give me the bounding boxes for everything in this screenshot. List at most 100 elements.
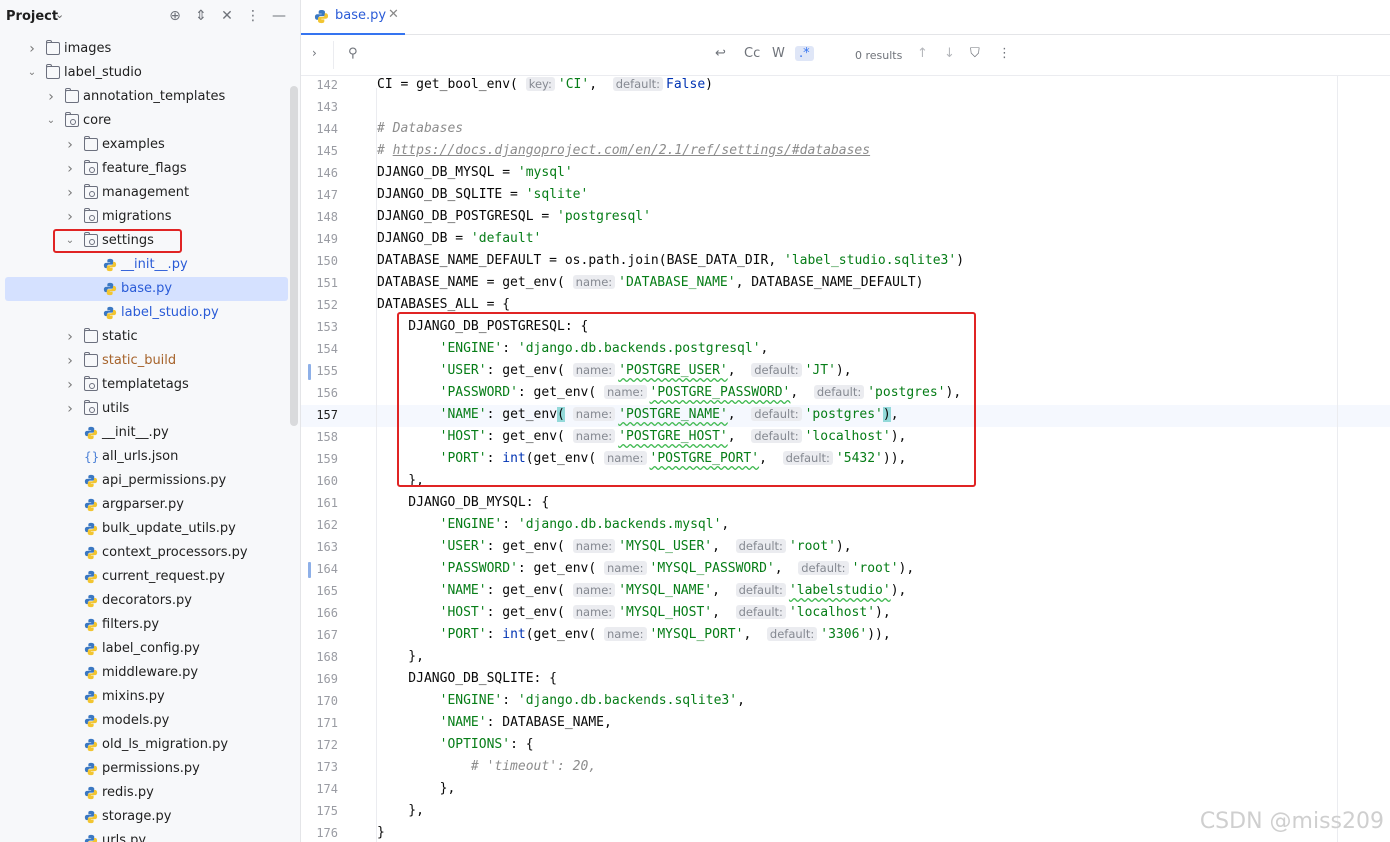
code-line[interactable]: 150 DATABASE_NAME_DEFAULT = os.path.join(… <box>301 251 1390 273</box>
code-line[interactable]: 166 'HOST': get_env( name: 'MYSQL_HOST', … <box>301 603 1390 625</box>
project-title[interactable]: Project <box>6 9 58 24</box>
tree-item[interactable]: ⌄ label_studio <box>0 61 290 85</box>
code-line[interactable]: 146 DJANGO_DB_MYSQL = 'mysql' <box>301 163 1390 185</box>
code-line[interactable]: 149 DJANGO_DB = 'default' <box>301 229 1390 251</box>
minimize-icon[interactable]: — <box>270 7 288 25</box>
match-case-button[interactable]: Cc <box>744 46 760 61</box>
code-line[interactable]: 151 DATABASE_NAME = get_env( name: 'DATABA… <box>301 273 1390 295</box>
code-token: 'django.db.backends.sqlite3' <box>517 693 738 708</box>
search-icon[interactable]: ⚲ <box>348 46 358 61</box>
tree-item-label: base.py <box>121 281 173 296</box>
package-icon <box>84 208 98 223</box>
code-line[interactable]: 172 'OPTIONS': { <box>301 735 1390 757</box>
expand-replace-icon[interactable]: › <box>312 46 317 60</box>
code-line[interactable]: 173 # 'timeout': 20, <box>301 757 1390 779</box>
code-line[interactable]: 148 DJANGO_DB_POSTGRESQL = 'postgresql' <box>301 207 1390 229</box>
tree-item[interactable]: redis.py <box>0 781 290 805</box>
code-line[interactable]: 161 DJANGO_DB_MYSQL: { <box>301 493 1390 515</box>
python-file-icon <box>84 833 98 842</box>
tree-item[interactable]: label_config.py <box>0 637 290 661</box>
chevron-right-icon[interactable]: › <box>26 37 38 61</box>
tree-item[interactable]: current_request.py <box>0 565 290 589</box>
tree-item[interactable]: ⌄ core <box>0 109 290 133</box>
chevron-down-icon[interactable]: ⌄ <box>45 109 57 133</box>
tree-item[interactable]: bulk_update_utils.py <box>0 517 290 541</box>
chevron-right-icon[interactable]: › <box>64 157 76 181</box>
tree-item[interactable]: label_studio.py <box>0 301 290 325</box>
parameter-hint: name: <box>572 539 616 553</box>
code-line[interactable]: 168 }, <box>301 647 1390 669</box>
tree-item[interactable]: decorators.py <box>0 589 290 613</box>
tree-item[interactable]: middleware.py <box>0 661 290 685</box>
new-line-icon[interactable]: ↩ <box>715 46 726 61</box>
code-token: https://docs.djangoproject.com/en/2.1/re… <box>392 143 871 158</box>
tree-item[interactable]: › images <box>0 37 290 61</box>
code-text: # Databases <box>377 121 463 136</box>
code-line[interactable]: 169 DJANGO_DB_SQLITE: { <box>301 669 1390 691</box>
code-line[interactable]: 142 CI = get_bool_env( key: 'CI', default:… <box>301 75 1390 97</box>
previous-occurrence-icon[interactable]: ↑ <box>917 46 928 61</box>
code-line[interactable]: 145 # https://docs.djangoproject.com/en/2… <box>301 141 1390 163</box>
tree-item[interactable]: urls.py <box>0 829 290 842</box>
code-line[interactable]: 171 'NAME': DATABASE_NAME, <box>301 713 1390 735</box>
code-line[interactable]: 144 # Databases <box>301 119 1390 141</box>
chevron-right-icon[interactable]: › <box>64 205 76 229</box>
chevron-right-icon[interactable]: › <box>64 181 76 205</box>
code-line[interactable]: 165 'NAME': get_env( name: 'MYSQL_NAME', … <box>301 581 1390 603</box>
tree-item[interactable]: › utils <box>0 397 290 421</box>
tree-item[interactable]: api_permissions.py <box>0 469 290 493</box>
tree-item[interactable]: › migrations <box>0 205 290 229</box>
regex-button[interactable]: .* <box>795 46 814 61</box>
tree-item[interactable]: storage.py <box>0 805 290 829</box>
tree-item[interactable]: › templatetags <box>0 373 290 397</box>
code-line[interactable]: 162 'ENGINE': 'django.db.backends.mysql'… <box>301 515 1390 537</box>
code-line[interactable]: 164 'PASSWORD': get_env( name: 'MYSQL_PAS… <box>301 559 1390 581</box>
chevron-right-icon[interactable]: › <box>64 349 76 373</box>
code-line[interactable]: 167 'PORT': int(get_env( name: 'MYSQL_POR… <box>301 625 1390 647</box>
tree-item[interactable]: › annotation_templates <box>0 85 290 109</box>
chevron-right-icon[interactable]: › <box>64 325 76 349</box>
expand-all-icon[interactable]: ⇕ <box>192 7 210 25</box>
tree-item[interactable]: models.py <box>0 709 290 733</box>
code-line[interactable]: 147 DJANGO_DB_SQLITE = 'sqlite' <box>301 185 1390 207</box>
code-token: : { <box>510 737 534 752</box>
tree-item[interactable]: permissions.py <box>0 757 290 781</box>
close-tab-icon[interactable]: ✕ <box>388 7 399 22</box>
code-text: DJANGO_DB_MYSQL: { <box>377 495 549 510</box>
chevron-right-icon[interactable]: › <box>64 397 76 421</box>
filter-icon[interactable]: ⛉ <box>970 46 980 61</box>
words-button[interactable]: W <box>772 46 785 61</box>
code-token: 'localhost' <box>788 605 876 620</box>
tab-base-py[interactable]: base.py ✕ <box>301 0 405 35</box>
tree-item[interactable]: › feature_flags <box>0 157 290 181</box>
chevron-down-icon[interactable]: ⌄ <box>26 61 38 85</box>
next-occurrence-icon[interactable]: ↓ <box>944 46 955 61</box>
locate-icon[interactable]: ⊕ <box>166 7 184 25</box>
more-icon[interactable]: ⋮ <box>998 46 1011 61</box>
tree-item[interactable]: __init__.py <box>0 421 290 445</box>
tree-item[interactable]: › static <box>0 325 290 349</box>
code-line[interactable]: 163 'USER': get_env( name: 'MYSQL_USER', … <box>301 537 1390 559</box>
line-number: 160 <box>316 474 338 488</box>
chevron-right-icon[interactable]: › <box>64 373 76 397</box>
tree-item[interactable]: argparser.py <box>0 493 290 517</box>
chevron-down-icon[interactable]: ⌄ <box>55 8 64 21</box>
collapse-all-icon[interactable]: ✕ <box>218 7 236 25</box>
chevron-right-icon[interactable]: › <box>45 85 57 109</box>
more-options-icon[interactable]: ⋮ <box>244 7 262 25</box>
sidebar-scrollbar[interactable] <box>290 86 298 426</box>
tree-item[interactable]: mixins.py <box>0 685 290 709</box>
tree-item[interactable]: __init__.py <box>0 253 290 277</box>
tree-item[interactable]: filters.py <box>0 613 290 637</box>
tree-item[interactable]: old_ls_migration.py <box>0 733 290 757</box>
code-line[interactable]: 174 }, <box>301 779 1390 801</box>
code-line[interactable]: 170 'ENGINE': 'django.db.backends.sqlite… <box>301 691 1390 713</box>
tree-item[interactable]: {} all_urls.json <box>0 445 290 469</box>
tree-item[interactable]: › examples <box>0 133 290 157</box>
tree-item[interactable]: › management <box>0 181 290 205</box>
chevron-right-icon[interactable]: › <box>64 133 76 157</box>
tree-item[interactable]: base.py <box>5 277 288 301</box>
tree-item[interactable]: › static_build <box>0 349 290 373</box>
code-line[interactable]: 143 <box>301 97 1390 119</box>
tree-item[interactable]: context_processors.py <box>0 541 290 565</box>
